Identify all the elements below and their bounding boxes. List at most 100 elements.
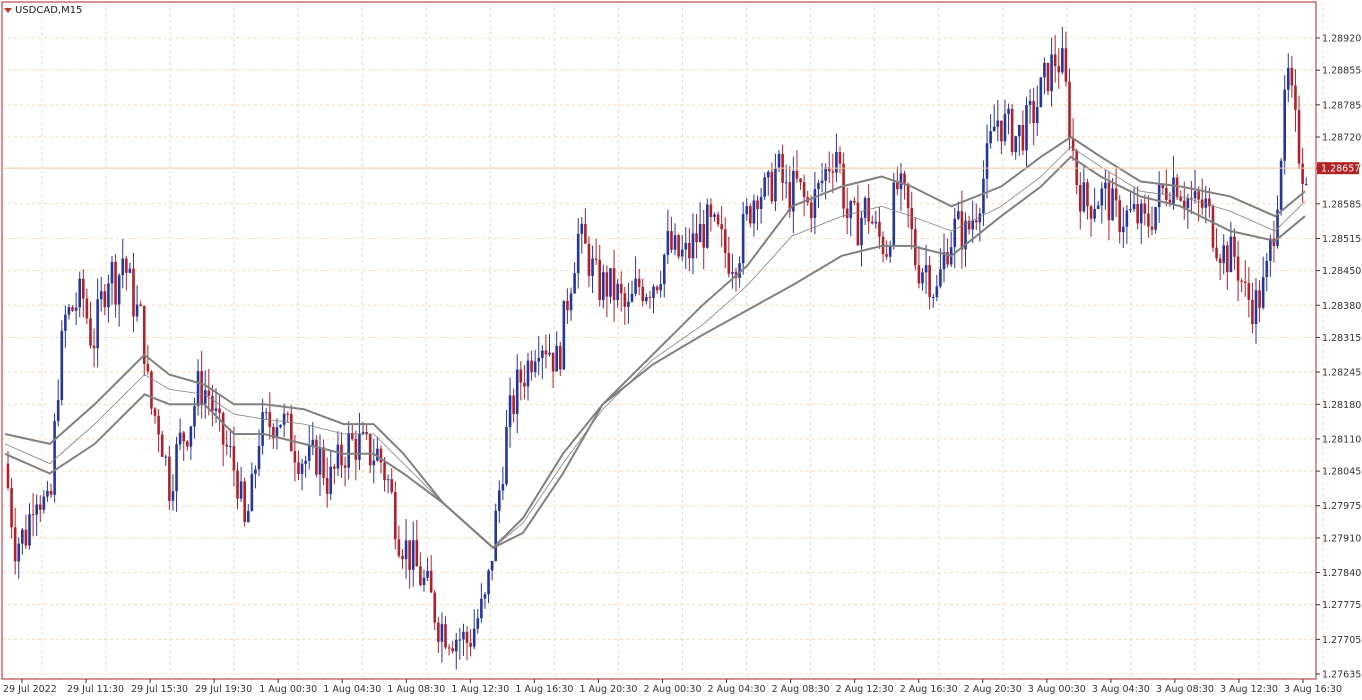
candle-body <box>132 268 135 317</box>
candle-body <box>1039 77 1043 107</box>
candle-body <box>397 539 401 556</box>
candle-body <box>28 514 31 546</box>
candle-body <box>1125 210 1129 227</box>
candle-body <box>1043 62 1046 78</box>
candle-body <box>343 465 347 468</box>
candle-body <box>695 233 698 243</box>
candle-body <box>1053 54 1057 67</box>
candle-body <box>562 300 566 370</box>
candle-body <box>164 456 168 458</box>
candle-body <box>533 361 537 373</box>
candle-body <box>200 371 203 404</box>
time-tick-label: 2 Aug 16:30 <box>900 684 958 695</box>
time-tick-label: 1 Aug 04:30 <box>323 684 381 695</box>
candle-body <box>1251 299 1254 325</box>
candle-body <box>186 441 189 447</box>
candle-body <box>1093 209 1096 219</box>
candle-body <box>652 286 655 298</box>
candle-body <box>1018 125 1021 137</box>
candle-body <box>96 299 99 349</box>
candle-body <box>157 415 160 435</box>
candle-body <box>1082 182 1086 212</box>
candle-body <box>250 473 254 511</box>
candle-body <box>512 395 515 414</box>
candle-body <box>713 214 716 217</box>
candle-body <box>1286 67 1290 90</box>
candle-body <box>655 286 659 291</box>
candle-body <box>637 278 641 287</box>
time-tick-label: 3 Aug 12:30 <box>1220 684 1278 695</box>
candle-body <box>659 284 662 291</box>
symbol-title[interactable]: USDCAD,M15 <box>4 3 82 17</box>
candle-body <box>820 180 824 184</box>
candle-body <box>415 540 419 567</box>
time-tick-label: 3 Aug 04:30 <box>1092 684 1150 695</box>
candle-body <box>297 462 300 474</box>
candle-body <box>429 570 433 593</box>
candle-body <box>702 224 706 248</box>
candle-body <box>358 433 361 460</box>
candle-body <box>580 223 584 234</box>
candle-body <box>1096 205 1100 209</box>
price-tick-label: 1.27635 <box>1322 670 1361 681</box>
candle-body <box>254 469 257 474</box>
candle-body <box>569 293 573 311</box>
candle-body <box>1150 226 1154 230</box>
candle-body <box>307 446 311 461</box>
candle-body <box>347 433 350 468</box>
chart-window[interactable]: 1.28920 1.28855 1.28785 1.28720 1.28657 1.285… <box>0 0 1362 700</box>
candle-body <box>107 283 110 308</box>
candle-body <box>38 504 42 510</box>
candle-body <box>490 560 494 571</box>
candle-body <box>870 221 874 224</box>
candle-body <box>1172 177 1175 204</box>
candle-body <box>849 200 853 218</box>
candle-body <box>110 261 114 284</box>
candle-body <box>799 178 802 183</box>
candle-body <box>831 171 835 173</box>
time-tick-label: 2 Aug 20:30 <box>964 684 1022 695</box>
candle-body <box>910 208 914 230</box>
time-tick-label: 1 Aug 12:30 <box>451 684 509 695</box>
candle-body <box>770 171 774 202</box>
time-tick-label: 2 Aug 08:30 <box>772 684 830 695</box>
candle-body <box>1007 108 1010 114</box>
candle-body <box>221 412 225 445</box>
candle-body <box>150 371 153 409</box>
candle-body <box>379 448 383 463</box>
candle-body <box>1283 89 1286 161</box>
candle-body <box>878 221 881 237</box>
candle-body <box>333 466 336 469</box>
time-tick-label: 1 Aug 00:30 <box>259 684 317 695</box>
candle-body <box>921 272 924 284</box>
candle-body <box>315 439 318 475</box>
candle-body <box>171 491 175 501</box>
candle-body <box>53 421 56 495</box>
candle-body <box>584 223 587 244</box>
candle-body <box>566 300 569 311</box>
candle-body <box>329 466 333 494</box>
candle-body <box>78 278 82 308</box>
candle-body <box>1129 209 1132 211</box>
candle-body <box>1200 199 1204 208</box>
candle-body <box>454 639 458 652</box>
candle-body <box>225 444 229 447</box>
candle-body <box>193 406 196 427</box>
candle-body <box>602 272 605 300</box>
candle-body <box>505 426 508 485</box>
candle-body <box>1028 100 1032 105</box>
dropdown-arrow-icon[interactable] <box>4 7 12 13</box>
candle-body <box>777 153 781 168</box>
candle-body <box>1057 66 1061 73</box>
candle-body <box>290 413 293 452</box>
candle-body <box>1265 260 1269 278</box>
candle-body <box>494 510 498 561</box>
candle-body <box>684 242 688 250</box>
candle-body <box>1014 136 1018 153</box>
candle-body <box>960 211 964 250</box>
candle-body <box>160 434 164 457</box>
candle-body <box>1254 290 1258 325</box>
price-chart[interactable]: 1.28920 1.28855 1.28785 1.28720 1.28657 1.285… <box>0 0 1362 700</box>
candle-body <box>591 258 594 276</box>
candle-body <box>128 268 132 273</box>
